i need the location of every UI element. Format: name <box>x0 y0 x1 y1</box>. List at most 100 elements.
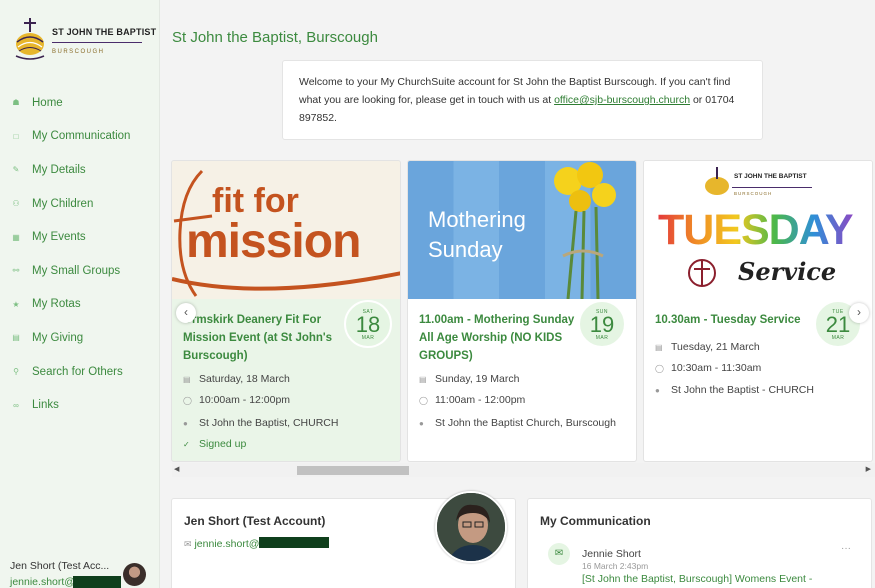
badge-month: MAR <box>595 335 609 341</box>
horizontal-scrollbar[interactable]: ◀ ▶ <box>172 463 875 477</box>
event-image: fit for mission <box>172 161 400 299</box>
profile-photo[interactable] <box>435 491 507 563</box>
group-icon: ⚯ <box>12 266 20 276</box>
sidebar-item-label: My Communication <box>32 130 131 143</box>
office-email-link[interactable]: office@sjb-burscough.church <box>554 94 690 106</box>
sidebar-item-label: My Details <box>32 163 86 176</box>
event-card[interactable]: ST JOHN THE BAPTIST BURSCOUGH TUESDAY Se… <box>643 160 873 462</box>
sidebar-item-my-details[interactable]: ✎ My Details <box>0 153 160 187</box>
image-text-mission: mission <box>186 215 361 268</box>
scrollbar-thumb[interactable] <box>297 466 409 475</box>
account-panel: Jen Short (Test Account) ✉ jennie.short@ <box>171 491 516 588</box>
clock-icon: ◯ <box>183 396 192 405</box>
sidebar-item-label: My Rotas <box>32 298 81 311</box>
sidebar-item-my-small-groups[interactable]: ⚯ My Small Groups <box>0 254 160 288</box>
events-carousel: fit for mission Ormskirk Deanery Fit For… <box>160 154 875 484</box>
sidebar-item-my-communication[interactable]: □ My Communication <box>0 120 160 154</box>
people-search-icon: ⚲ <box>13 367 19 377</box>
redaction-bar <box>259 537 330 548</box>
location-pin-icon: ● <box>419 419 424 428</box>
sidebar-item-search-for-others[interactable]: ⚲ Search for Others <box>0 355 160 389</box>
user-menu[interactable]: Jen Short (Test Acc... jennie.short@ <box>0 553 160 588</box>
signup-status-text: Signed up <box>199 438 247 450</box>
envelope-icon: ✉ <box>548 543 570 565</box>
avatar[interactable] <box>123 563 146 586</box>
event-image: Mothering Sunday <box>408 161 636 299</box>
church-town: BURSCOUGH <box>52 49 105 55</box>
carousel-next-button[interactable]: › <box>849 303 869 323</box>
event-time: ◯ 10:30am - 11:30am <box>655 362 761 374</box>
sidebar-item-links[interactable]: ∞ Links <box>0 388 160 422</box>
child-icon: ⚇ <box>12 199 20 209</box>
sidebar-nav: ☗ Home □ My Communication ✎ My Details ⚇ My … <box>0 86 160 422</box>
sidebar-item-my-children[interactable]: ⚇ My Children <box>0 187 160 221</box>
account-name: Jen Short (Test Account) <box>184 514 326 528</box>
sidebar-item-label: Home <box>32 96 63 109</box>
image-text-town: BURSCOUGH <box>734 191 773 196</box>
scroll-right-icon[interactable]: ▶ <box>866 465 871 473</box>
location-pin-icon: ● <box>655 386 660 395</box>
card-icon: ▤ <box>12 333 20 343</box>
event-title[interactable]: Ormskirk Deanery Fit For Mission Event (… <box>183 311 348 365</box>
event-date-badge: SUN 19 MAR <box>578 300 626 348</box>
communication-heading: My Communication <box>540 514 651 528</box>
user-name: Jen Short (Test Acc... <box>10 560 110 572</box>
badge-day: 19 <box>589 312 615 337</box>
sidebar-item-home[interactable]: ☗ Home <box>0 86 160 120</box>
event-location-text: St John the Baptist - CHURCH <box>671 384 814 396</box>
image-text-church: ST JOHN THE BAPTIST <box>734 173 807 180</box>
signup-status: ✓ Signed up <box>183 438 246 450</box>
event-date: ▤ Tuesday, 21 March <box>655 341 760 353</box>
church-name: ST JOHN THE BAPTIST <box>52 27 157 37</box>
event-date: ▤ Sunday, 19 March <box>419 373 519 385</box>
more-options-icon[interactable]: ··· <box>841 543 851 554</box>
church-logo-icon <box>15 18 45 60</box>
message-subject[interactable]: [St John the Baptist, Burscough] Womens … <box>582 573 812 585</box>
sidebar-item-my-events[interactable]: ▦ My Events <box>0 220 160 254</box>
event-date-text: Tuesday, 21 March <box>671 341 760 353</box>
sidebar-item-label: Search for Others <box>32 365 123 378</box>
event-image: ST JOHN THE BAPTIST BURSCOUGH TUESDAY Se… <box>644 161 872 299</box>
link-icon: ∞ <box>13 400 19 410</box>
sidebar-item-label: My Events <box>32 231 86 244</box>
event-location: ● St John the Baptist Church, Burscough <box>419 417 616 429</box>
welcome-message: Welcome to your My ChurchSuite account f… <box>282 60 763 140</box>
event-date: ▤ Saturday, 18 March <box>183 373 290 385</box>
logo-divider <box>52 42 142 43</box>
calendar-icon: ▤ <box>183 375 191 384</box>
page-title: St John the Baptist, Burscough <box>172 29 378 46</box>
event-location: ● St John the Baptist - CHURCH <box>655 384 814 396</box>
church-logo[interactable]: ST JOHN THE BAPTIST BURSCOUGH <box>12 18 156 68</box>
badge-month: MAR <box>831 335 845 341</box>
event-title[interactable]: 11.00am - Mothering Sunday All Age Worsh… <box>419 311 584 365</box>
scroll-left-icon[interactable]: ◀ <box>174 465 179 473</box>
star-icon: ★ <box>12 299 20 309</box>
event-time-text: 10:00am - 12:00pm <box>199 394 291 406</box>
event-card[interactable]: fit for mission Ormskirk Deanery Fit For… <box>171 160 401 462</box>
event-date-text: Saturday, 18 March <box>199 373 290 385</box>
image-text-sunday: Sunday <box>428 237 503 262</box>
account-email: ✉ jennie.short@ <box>184 537 330 550</box>
event-date-text: Sunday, 19 March <box>435 373 520 385</box>
badge-day: 18 <box>355 312 381 337</box>
sidebar-item-my-rotas[interactable]: ★ My Rotas <box>0 288 160 322</box>
image-text-tuesday: TUESDAY <box>658 206 854 254</box>
event-time-text: 11:00am - 12:00pm <box>435 394 526 406</box>
event-time-text: 10:30am - 11:30am <box>671 362 762 374</box>
event-time: ◯ 11:00am - 12:00pm <box>419 394 525 406</box>
event-time: ◯ 10:00am - 12:00pm <box>183 394 290 406</box>
event-title[interactable]: 10.30am - Tuesday Service <box>655 311 820 329</box>
event-card[interactable]: Mothering Sunday 11.00am - Mothering Sun… <box>407 160 637 462</box>
sidebar-item-label: My Giving <box>32 331 84 344</box>
sidebar: ST JOHN THE BAPTIST BURSCOUGH ☗ Home □ My … <box>0 0 160 588</box>
sidebar-item-my-giving[interactable]: ▤ My Giving <box>0 321 160 355</box>
message-icon: □ <box>13 131 19 141</box>
check-icon: ✓ <box>183 440 190 449</box>
carousel-prev-button[interactable]: ‹ <box>176 303 196 323</box>
sidebar-item-label: Links <box>32 399 59 412</box>
calendar-icon: ▦ <box>12 232 20 242</box>
calendar-icon: ▤ <box>655 343 663 352</box>
profile-photo-image <box>437 493 505 561</box>
message-sender: Jennie Short <box>582 548 641 560</box>
location-pin-icon: ● <box>183 419 188 428</box>
